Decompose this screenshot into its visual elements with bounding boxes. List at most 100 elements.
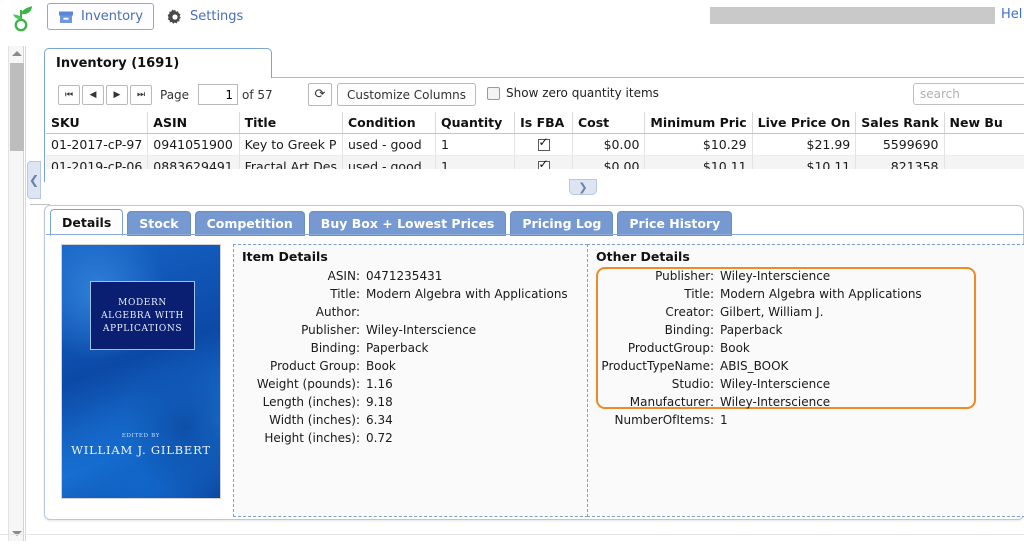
item-detail-key: Width (inches):: [269, 413, 360, 427]
table-row[interactable]: 01-2017-cP-97 0941051900 Key to Greek P …: [46, 133, 1024, 156]
collapse-grid-button[interactable]: ❯: [569, 179, 597, 195]
tab-pricing-log-label: Pricing Log: [522, 216, 602, 231]
inventory-grid-panel: Inventory (1691) ⏮ ◀ ▶ ⏭ Page of 57: [44, 48, 1024, 266]
item-detail-value: 6.34: [366, 413, 393, 427]
sprout-logo-icon: [8, 3, 38, 33]
item-detail-value: 0471235431: [366, 269, 443, 283]
column-header-condition[interactable]: Condition: [342, 112, 436, 134]
other-detail-row: ProductGroup: Book: [588, 339, 1024, 357]
item-detail-key: Height (inches):: [264, 431, 360, 445]
inventory-panel-title: Inventory (1691): [56, 56, 180, 71]
search-input[interactable]: [913, 83, 1024, 105]
scrollbar-rail-divider: [25, 46, 26, 541]
tab-buy-box-lowest-prices[interactable]: Buy Box + Lowest Prices: [308, 211, 507, 236]
item-detail-row: Author:: [234, 303, 587, 321]
left-collapse-button[interactable]: ❮: [27, 161, 41, 199]
show-zero-quantity-label: Show zero quantity items: [506, 86, 659, 100]
cell-asin: 0883629491: [147, 155, 240, 169]
nav-inventory-label: Inventory: [81, 9, 144, 24]
item-detail-row: Title: Modern Algebra with Applications: [234, 285, 587, 303]
item-detail-row: Weight (pounds): 1.16: [234, 375, 587, 393]
item-detail-row: Height (inches): 0.72: [234, 429, 587, 447]
item-detail-key: Author:: [315, 305, 360, 319]
cell-sales-rank: 5599690: [855, 133, 945, 156]
table-header-row: SKU ASIN Title Condition Quantity Is FBA…: [46, 112, 1024, 134]
other-detail-key: NumberOfItems:: [614, 413, 715, 427]
cell-is-fba[interactable]: [514, 133, 573, 156]
tab-details-label: Details: [62, 215, 112, 230]
show-zero-quantity-checkbox[interactable]: [487, 86, 500, 100]
table-row[interactable]: 01-2019-cP-06 0883629491 Fractal Art Des…: [46, 155, 1024, 169]
page-total-label: of 57: [242, 88, 273, 102]
tab-details[interactable]: Details: [50, 209, 124, 236]
column-header-minimum-price[interactable]: Minimum Pric: [644, 112, 753, 134]
is-fba-checkbox[interactable]: [537, 136, 550, 151]
other-detail-key: Title:: [684, 287, 714, 301]
column-header-live-price-on[interactable]: Live Price On: [752, 112, 857, 134]
other-detail-value: Book: [720, 341, 750, 355]
is-fba-checkbox[interactable]: [537, 158, 550, 169]
other-details-panel: Other Details Publisher: Wiley-Interscien…: [587, 244, 1024, 517]
tab-price-history[interactable]: Price History: [617, 211, 733, 236]
cover-title-line-3: APPLICATIONS: [102, 323, 183, 334]
tab-competition[interactable]: Competition: [194, 211, 305, 236]
column-header-asin[interactable]: ASIN: [147, 112, 240, 134]
previous-page-icon: ◀: [89, 90, 97, 100]
cover-author-label: WILLIAM J. GILBERT: [71, 443, 211, 457]
inventory-panel-body: ⏮ ◀ ▶ ⏭ Page of 57 ⟳ Customize Co: [44, 78, 1024, 266]
first-page-icon: ⏮: [64, 90, 74, 100]
inventory-panel-tab[interactable]: Inventory (1691): [44, 48, 272, 78]
tab-price-history-label: Price History: [629, 216, 721, 231]
cover-title-box: MODERN ALGEBRA WITH APPLICATIONS: [90, 281, 195, 350]
nav-settings-button[interactable]: Settings: [157, 3, 253, 30]
refresh-button[interactable]: ⟳: [308, 83, 332, 106]
column-header-quantity[interactable]: Quantity: [435, 112, 516, 134]
cell-is-fba[interactable]: [514, 155, 573, 169]
other-detail-row: Creator: Gilbert, William J.: [588, 303, 1024, 321]
last-page-button[interactable]: ⏭: [130, 85, 152, 105]
page-number-input[interactable]: [198, 84, 238, 105]
item-detail-value: Wiley-Interscience: [366, 323, 477, 337]
column-header-sales-rank[interactable]: Sales Rank: [855, 112, 945, 134]
tab-stock[interactable]: Stock: [127, 211, 191, 236]
customize-columns-button[interactable]: Customize Columns: [337, 83, 477, 106]
scroll-up-arrow-icon[interactable]: [9, 46, 25, 61]
app-root: Inventory Settings Hel ❮ Inventory (1691…: [0, 0, 1024, 549]
other-detail-value: ABIS_BOOK: [720, 359, 789, 373]
help-link[interactable]: Hel: [1001, 7, 1022, 22]
item-detail-value: 0.72: [366, 431, 393, 445]
tab-competition-label: Competition: [206, 216, 293, 231]
column-header-new-buy[interactable]: New Bu: [944, 112, 1024, 134]
item-detail-row: Width (inches): 6.34: [234, 411, 587, 429]
vertical-scrollbar-thumb[interactable]: [10, 63, 24, 151]
inventory-box-icon: [58, 9, 74, 25]
other-details-field-list: Publisher: Wiley-Interscience Title: Moder…: [588, 267, 1024, 429]
column-header-sku[interactable]: SKU: [46, 112, 149, 134]
other-detail-row: Publisher: Wiley-Interscience: [588, 267, 1024, 285]
item-details-title: Item Details: [242, 249, 328, 264]
column-header-is-fba[interactable]: Is FBA: [514, 112, 573, 134]
first-page-button[interactable]: ⏮: [58, 85, 80, 105]
column-header-cost[interactable]: Cost: [572, 112, 646, 134]
gear-icon: [167, 9, 183, 25]
next-page-button[interactable]: ▶: [106, 85, 128, 105]
chevron-left-icon: ❮: [28, 173, 40, 187]
tab-strip-rule: [46, 234, 1024, 235]
previous-page-button[interactable]: ◀: [82, 85, 104, 105]
column-header-title[interactable]: Title: [239, 112, 343, 134]
details-card: Details Stock Competition Buy Box + Lowe…: [44, 205, 1024, 520]
cell-condition: used - good: [342, 155, 436, 169]
nav-inventory-button[interactable]: Inventory: [47, 3, 155, 30]
cell-sales-rank: 821358: [855, 155, 945, 169]
next-page-icon: ▶: [113, 90, 121, 100]
other-detail-key: ProductTypeName:: [601, 359, 714, 373]
cell-minimum-price: $10.11: [644, 155, 753, 169]
tab-pricing-log[interactable]: Pricing Log: [510, 211, 614, 236]
page-vertical-scrollbar[interactable]: [8, 46, 24, 541]
other-detail-key: Binding:: [664, 323, 714, 337]
show-zero-quantity-control[interactable]: Show zero quantity items: [487, 86, 659, 100]
chevron-down-icon: ❯: [578, 180, 588, 194]
cell-quantity: 1: [435, 133, 516, 156]
other-detail-key: Creator:: [665, 305, 714, 319]
other-detail-row: ProductTypeName: ABIS_BOOK: [588, 357, 1024, 375]
